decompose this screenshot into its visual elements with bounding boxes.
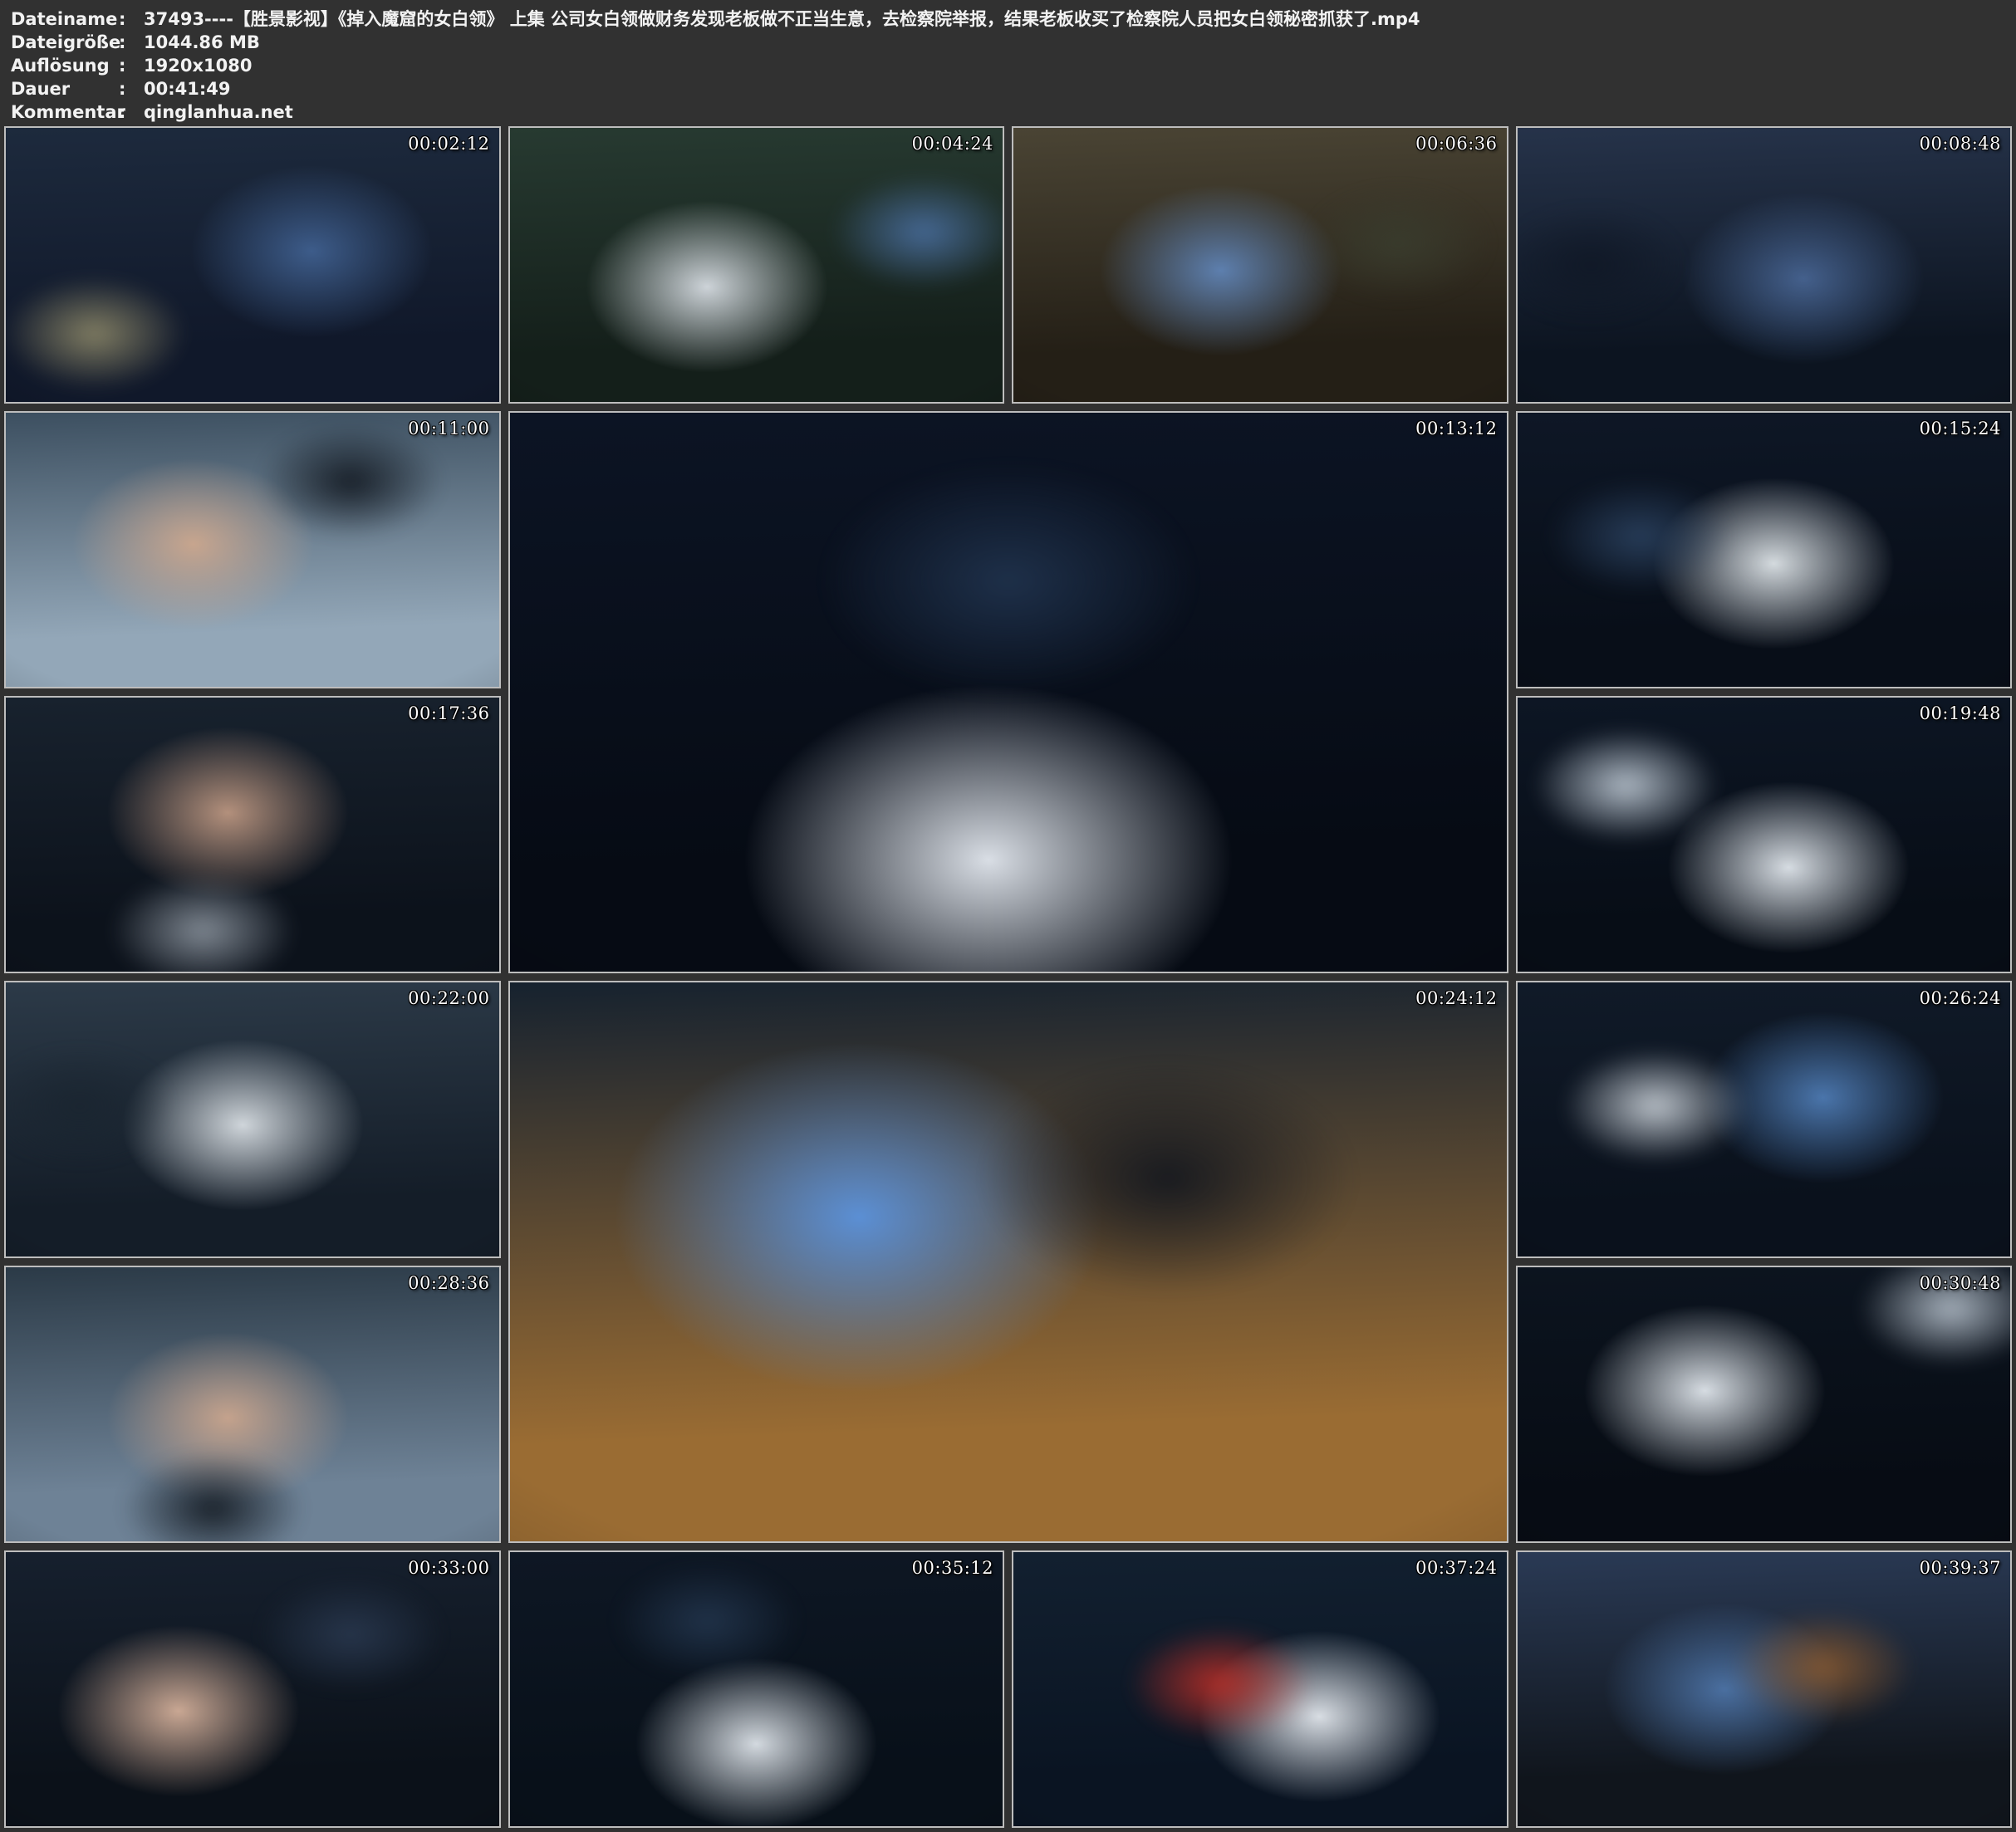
timestamp-overlay: 00:30:48	[1920, 1273, 2001, 1293]
video-thumbnail[interactable]: 00:30:48	[1516, 1266, 2013, 1543]
video-frame-placeholder	[6, 982, 499, 1256]
video-thumbnail[interactable]: 00:15:24	[1516, 411, 2013, 688]
video-thumbnail-large[interactable]: 00:24:12	[508, 981, 1508, 1543]
video-frame-placeholder	[510, 982, 1507, 1541]
timestamp-overlay: 00:33:00	[408, 1558, 489, 1578]
video-thumbnail[interactable]: 00:17:36	[4, 696, 501, 973]
field-label: Dauer	[11, 77, 119, 100]
field-separator: :	[119, 77, 144, 100]
field-separator: :	[119, 7, 144, 31]
timestamp-overlay: 00:04:24	[912, 134, 993, 154]
field-label: Dateigröße	[11, 31, 119, 54]
file-info-row-dateigroesse: Dateigröße : 1044.86 MB	[11, 31, 2008, 54]
field-label: Auflösung	[11, 54, 119, 77]
filename-value: 37493----【胜景影视】《掉入魔窟的女白领》 上集 公司女白领做财务发现老…	[144, 7, 1420, 31]
video-frame-placeholder	[1518, 698, 2011, 972]
video-thumbnail[interactable]: 00:28:36	[4, 1266, 501, 1543]
video-thumbnail[interactable]: 00:33:00	[4, 1550, 501, 1828]
timestamp-overlay: 00:35:12	[912, 1558, 993, 1578]
thumbnail-grid: 00:02:12 00:04:24 00:06:36 00:08:48 00:1…	[0, 126, 2016, 1832]
timestamp-overlay: 00:19:48	[1920, 703, 2001, 723]
timestamp-overlay: 00:26:24	[1920, 988, 2001, 1008]
contact-sheet: Dateiname : 37493----【胜景影视】《掉入魔窟的女白领》 上集…	[0, 0, 2016, 1832]
video-thumbnail[interactable]: 00:37:24	[1012, 1550, 1508, 1828]
video-frame-placeholder	[510, 1552, 1003, 1826]
video-thumbnail[interactable]: 00:19:48	[1516, 696, 2013, 973]
timestamp-overlay: 00:15:24	[1920, 419, 2001, 438]
timestamp-overlay: 00:37:24	[1415, 1558, 1497, 1578]
video-thumbnail-large[interactable]: 00:13:12	[508, 411, 1508, 973]
timestamp-overlay: 00:17:36	[408, 703, 489, 723]
timestamp-overlay: 00:39:37	[1920, 1558, 2001, 1578]
timestamp-overlay: 00:28:36	[408, 1273, 489, 1293]
video-thumbnail[interactable]: 00:04:24	[508, 126, 1005, 404]
video-frame-placeholder	[1518, 1552, 2011, 1826]
timestamp-overlay: 00:02:12	[408, 134, 489, 154]
video-thumbnail[interactable]: 00:06:36	[1012, 126, 1508, 404]
video-thumbnail[interactable]: 00:26:24	[1516, 981, 2013, 1258]
video-frame-placeholder	[510, 413, 1507, 972]
video-thumbnail[interactable]: 00:02:12	[4, 126, 501, 404]
duration-value: 00:41:49	[144, 77, 230, 100]
video-frame-placeholder	[1013, 1552, 1507, 1826]
video-frame-placeholder	[1013, 128, 1507, 402]
video-frame-placeholder	[6, 698, 499, 972]
video-frame-placeholder	[6, 128, 499, 402]
timestamp-overlay: 00:13:12	[1415, 419, 1497, 438]
video-frame-placeholder	[510, 128, 1003, 402]
video-thumbnail[interactable]: 00:22:00	[4, 981, 501, 1258]
file-info-header: Dateiname : 37493----【胜景影视】《掉入魔窟的女白领》 上集…	[0, 0, 2016, 126]
video-thumbnail[interactable]: 00:08:48	[1516, 126, 2013, 404]
video-thumbnail[interactable]: 00:39:37	[1516, 1550, 2013, 1828]
field-label: Kommentar	[11, 100, 119, 124]
resolution-value: 1920x1080	[144, 54, 252, 77]
video-thumbnail[interactable]: 00:35:12	[508, 1550, 1005, 1828]
video-thumbnail[interactable]: 00:11:00	[4, 411, 501, 688]
file-info-row-kommentar: Kommentar : qinglanhua.net	[11, 100, 2008, 124]
video-frame-placeholder	[1518, 128, 2011, 402]
field-label: Dateiname	[11, 7, 119, 31]
timestamp-overlay: 00:08:48	[1920, 134, 2001, 154]
video-frame-placeholder	[6, 1552, 499, 1826]
timestamp-overlay: 00:24:12	[1415, 988, 1497, 1008]
field-separator: :	[119, 54, 144, 77]
timestamp-overlay: 00:11:00	[408, 419, 489, 438]
timestamp-overlay: 00:22:00	[408, 988, 489, 1008]
timestamp-overlay: 00:06:36	[1415, 134, 1497, 154]
filesize-value: 1044.86 MB	[144, 31, 260, 54]
field-separator: :	[119, 31, 144, 54]
video-frame-placeholder	[1518, 1267, 2011, 1541]
video-frame-placeholder	[1518, 413, 2011, 687]
video-frame-placeholder	[6, 1267, 499, 1541]
video-frame-placeholder	[6, 413, 499, 687]
field-separator: :	[119, 100, 144, 124]
file-info-row-dauer: Dauer : 00:41:49	[11, 77, 2008, 100]
video-frame-placeholder	[1518, 982, 2011, 1256]
file-info-row-dateiname: Dateiname : 37493----【胜景影视】《掉入魔窟的女白领》 上集…	[11, 7, 2008, 31]
file-info-row-aufloesung: Auflösung : 1920x1080	[11, 54, 2008, 77]
comment-value: qinglanhua.net	[144, 100, 293, 124]
